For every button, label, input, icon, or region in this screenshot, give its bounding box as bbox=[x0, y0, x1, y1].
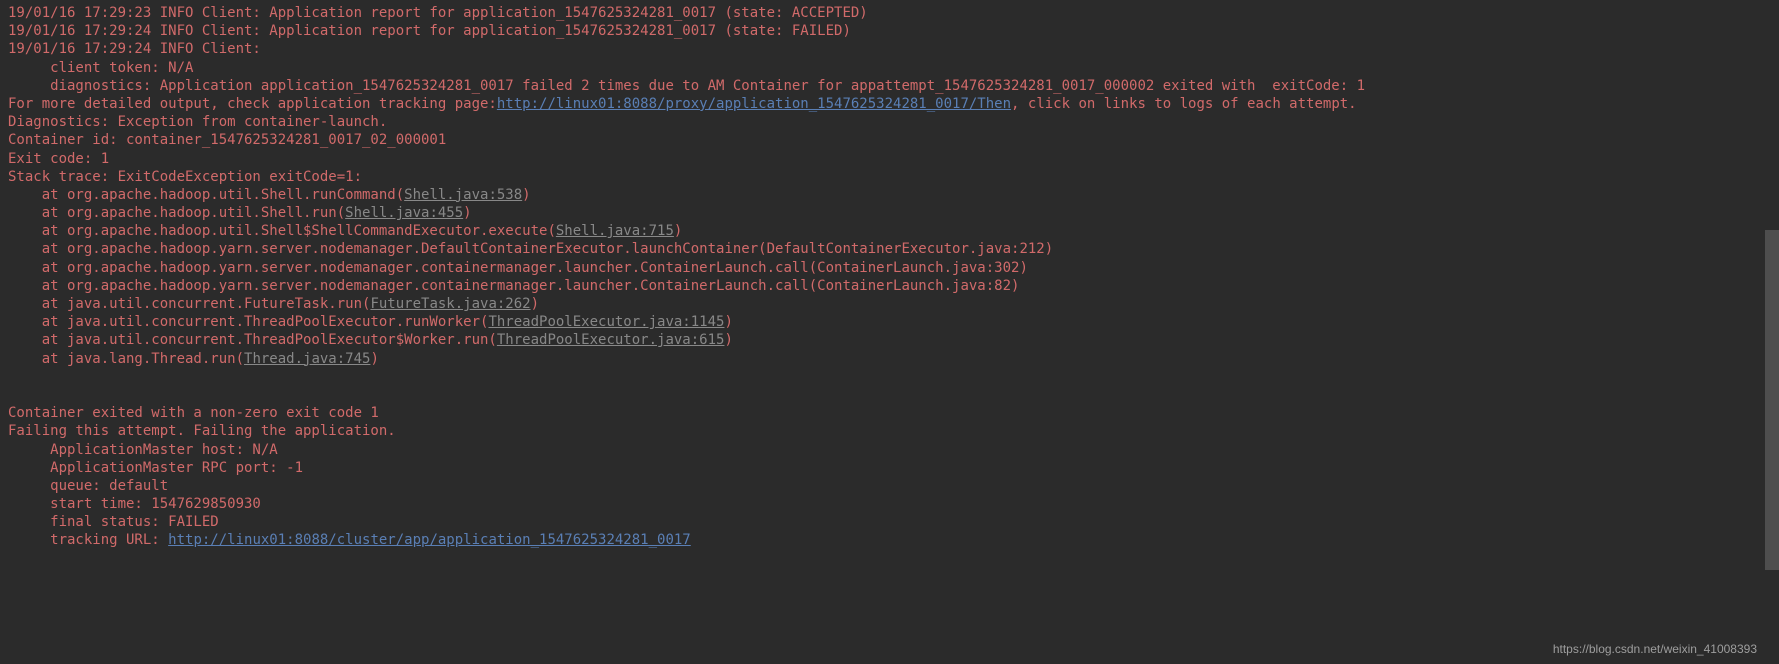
source-link[interactable]: Shell.java:455 bbox=[345, 205, 463, 221]
log-line: Exit code: 1 bbox=[8, 151, 109, 167]
stack-frame: ) bbox=[724, 332, 732, 348]
log-line: ApplicationMaster host: N/A bbox=[8, 442, 278, 458]
stack-frame: at org.apache.hadoop.yarn.server.nodeman… bbox=[8, 278, 1019, 294]
log-line: final status: FAILED bbox=[8, 514, 219, 530]
stack-frame: at org.apache.hadoop.util.Shell$ShellCom… bbox=[8, 223, 556, 239]
log-line: Stack trace: ExitCodeException exitCode=… bbox=[8, 169, 370, 185]
scrollbar-track[interactable] bbox=[1765, 0, 1779, 664]
log-line: 19/01/16 17:29:24 INFO Client: bbox=[8, 41, 269, 57]
log-line: For more detailed output, check applicat… bbox=[8, 96, 497, 112]
stack-frame: ) bbox=[531, 296, 539, 312]
stack-frame: ) bbox=[463, 205, 471, 221]
stack-frame: at org.apache.hadoop.util.Shell.runComma… bbox=[8, 187, 404, 203]
log-line: start time: 1547629850930 bbox=[8, 496, 261, 512]
log-line: Failing this attempt. Failing the applic… bbox=[8, 423, 396, 439]
log-line: Container exited with a non-zero exit co… bbox=[8, 405, 379, 421]
log-line: , click on links to logs of each attempt… bbox=[1011, 96, 1357, 112]
log-line: Diagnostics: Exception from container-la… bbox=[8, 114, 387, 130]
log-line: queue: default bbox=[8, 478, 168, 494]
stack-frame: ) bbox=[674, 223, 682, 239]
stack-frame: at org.apache.hadoop.yarn.server.nodeman… bbox=[8, 260, 1028, 276]
log-line: client token: N/A bbox=[8, 60, 193, 76]
log-line: tracking URL: bbox=[8, 532, 168, 548]
tracking-url-link[interactable]: http://linux01:8088/cluster/app/applicat… bbox=[168, 532, 691, 548]
stack-frame: ) bbox=[724, 314, 732, 330]
log-line: 19/01/16 17:29:23 INFO Client: Applicati… bbox=[8, 5, 868, 21]
watermark-text: https://blog.csdn.net/weixin_41008393 bbox=[1553, 642, 1757, 658]
source-link[interactable]: Thread.java:745 bbox=[244, 351, 370, 367]
source-link[interactable]: ThreadPoolExecutor.java:1145 bbox=[488, 314, 724, 330]
source-link[interactable]: ThreadPoolExecutor.java:615 bbox=[497, 332, 725, 348]
console-log: 19/01/16 17:29:23 INFO Client: Applicati… bbox=[0, 0, 1779, 554]
source-link[interactable]: Shell.java:538 bbox=[404, 187, 522, 203]
log-line: Container id: container_1547625324281_00… bbox=[8, 132, 446, 148]
source-link[interactable]: FutureTask.java:262 bbox=[370, 296, 530, 312]
stack-frame: at org.apache.hadoop.util.Shell.run( bbox=[8, 205, 345, 221]
stack-frame: at java.util.concurrent.ThreadPoolExecut… bbox=[8, 332, 497, 348]
stack-frame: at java.util.concurrent.ThreadPoolExecut… bbox=[8, 314, 488, 330]
stack-frame: ) bbox=[370, 351, 378, 367]
log-line: 19/01/16 17:29:24 INFO Client: Applicati… bbox=[8, 23, 851, 39]
stack-frame: at java.util.concurrent.FutureTask.run( bbox=[8, 296, 370, 312]
scrollbar-thumb[interactable] bbox=[1765, 230, 1779, 570]
log-line: ApplicationMaster RPC port: -1 bbox=[8, 460, 303, 476]
tracking-page-link[interactable]: http://linux01:8088/proxy/application_15… bbox=[497, 96, 1011, 112]
stack-frame: at java.lang.Thread.run( bbox=[8, 351, 244, 367]
stack-frame: ) bbox=[522, 187, 530, 203]
stack-frame: at org.apache.hadoop.yarn.server.nodeman… bbox=[8, 241, 1053, 257]
source-link[interactable]: Shell.java:715 bbox=[556, 223, 674, 239]
log-line: diagnostics: Application application_154… bbox=[8, 78, 1365, 94]
